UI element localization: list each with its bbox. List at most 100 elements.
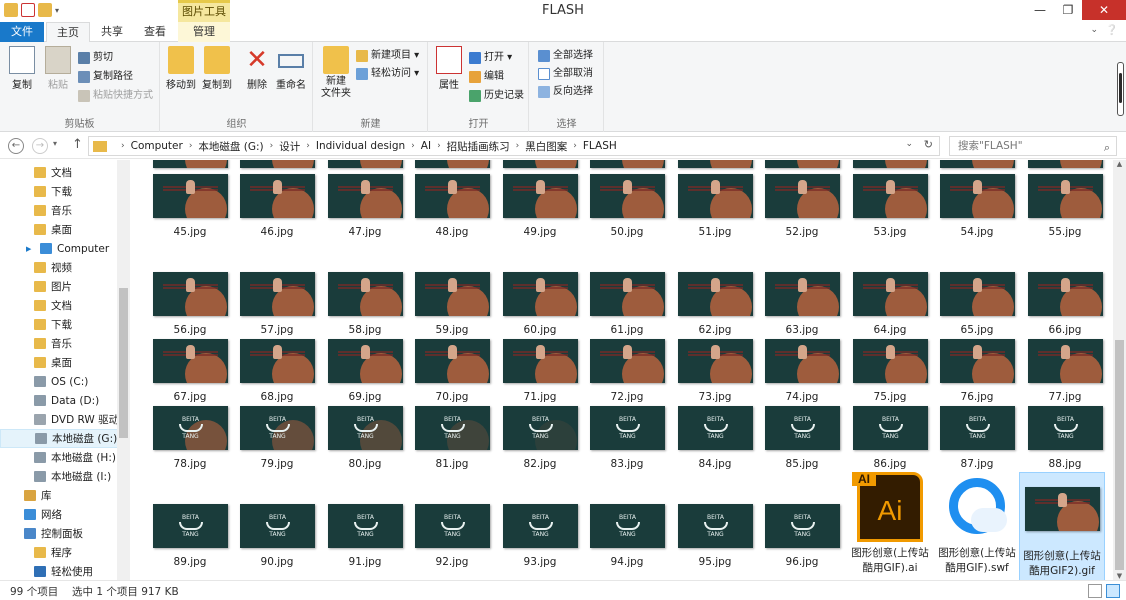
file-item[interactable]: 64.jpg (847, 272, 933, 336)
file-item[interactable]: 56.jpg (147, 272, 233, 336)
file-item[interactable]: 74.jpg (759, 339, 845, 403)
nav-item[interactable]: DVD RW 驱动 (0, 410, 118, 429)
nav-item[interactable]: Data (D:) (0, 391, 118, 410)
search-input[interactable]: 搜索"FLASH" ⌕ (949, 136, 1117, 156)
details-view-button[interactable] (1088, 584, 1102, 598)
breadcrumb-computer[interactable]: Computer (131, 140, 183, 152)
open-button[interactable]: 打开 ▾ (469, 50, 512, 66)
nav-item[interactable]: 文档 (0, 296, 118, 315)
minimize-button[interactable]: — (1026, 0, 1054, 20)
new-folder-icon[interactable] (38, 3, 52, 17)
move-to-button[interactable]: 移动到 (163, 46, 199, 91)
file-item[interactable]: 62.jpg (672, 272, 758, 336)
copy-to-button[interactable]: 复制到 (199, 46, 235, 91)
search-icon[interactable]: ⌕ (1104, 139, 1110, 157)
chevron-down-icon[interactable]: ▾ (55, 6, 59, 15)
file-item[interactable]: 48.jpg (409, 174, 495, 238)
nav-item[interactable]: 桌面 (0, 220, 118, 239)
nav-item[interactable]: 本地磁盘 (G:) (0, 429, 118, 448)
file-item[interactable]: BEITA TANG 79.jpg (234, 406, 320, 470)
file-item[interactable]: BEITA TANG 92.jpg (409, 504, 495, 568)
breadcrumb-poster-practice[interactable]: 招贴插画练习 (447, 139, 510, 154)
file-item[interactable]: BEITA TANG 81.jpg (409, 406, 495, 470)
folder-icon[interactable] (4, 3, 18, 17)
select-none-button[interactable]: 全部取消 (538, 66, 593, 82)
nav-item[interactable]: 本地磁盘 (I:) (0, 467, 118, 486)
file-item[interactable]: 70.jpg (409, 339, 495, 403)
file-item[interactable]: 76.jpg (934, 339, 1020, 403)
tab-home[interactable]: 主页 (46, 22, 90, 43)
properties-button[interactable]: 属性 (431, 46, 467, 91)
file-item[interactable]: BEITA TANG 83.jpg (584, 406, 670, 470)
file-item[interactable]: 52.jpg (759, 174, 845, 238)
file-item[interactable]: 55.jpg (1022, 174, 1108, 238)
chevron-down-icon[interactable]: ⌄ (1090, 25, 1098, 35)
address-history-chevron-icon[interactable]: ⌄ (905, 139, 913, 149)
file-item-swf[interactable]: 图形创意(上传站酷用GIF).swf (934, 472, 1020, 580)
file-item[interactable]: BEITA TANG 95.jpg (672, 504, 758, 568)
file-item[interactable]: 45.jpg (147, 174, 233, 238)
up-button[interactable]: ↑ (72, 137, 83, 152)
nav-scroll-thumb[interactable] (119, 288, 128, 438)
tab-manage[interactable]: 管理 (178, 22, 230, 42)
forward-button[interactable]: → (32, 138, 48, 154)
edit-button[interactable]: 编辑 (469, 69, 504, 85)
tab-view[interactable]: 查看 (134, 22, 176, 42)
file-item[interactable]: 51.jpg (672, 174, 758, 238)
easy-access-button[interactable]: 轻松访问 ▾ (356, 66, 419, 82)
file-item[interactable]: 61.jpg (584, 272, 670, 336)
nav-item[interactable]: 库 (0, 486, 118, 505)
nav-item[interactable]: 控制面板 (0, 524, 118, 543)
nav-item[interactable]: 视频 (0, 258, 118, 277)
paste-button[interactable]: 粘贴 (40, 46, 76, 91)
file-item[interactable]: BEITA TANG 78.jpg (147, 406, 233, 470)
delete-button[interactable]: ✕ 删除 (239, 46, 275, 91)
nav-item[interactable]: 程序 (0, 543, 118, 562)
nav-item[interactable]: 文档 (0, 163, 118, 182)
file-item[interactable]: BEITA TANG 88.jpg (1022, 406, 1108, 470)
breadcrumb-drive-g[interactable]: 本地磁盘 (G:) (198, 139, 263, 154)
file-item[interactable]: 57.jpg (234, 272, 320, 336)
expand-chevron-icon[interactable]: ▶ (26, 245, 31, 253)
file-item[interactable]: BEITA TANG 86.jpg (847, 406, 933, 470)
file-item[interactable]: BEITA TANG 84.jpg (672, 406, 758, 470)
recent-locations-chevron-icon[interactable]: ▾ (53, 139, 57, 148)
paste-shortcut-button[interactable]: 粘贴快捷方式 (78, 88, 153, 104)
copy-path-button[interactable]: 复制路径 (78, 69, 133, 85)
select-all-button[interactable]: 全部选择 (538, 48, 593, 64)
breadcrumb-bw-pattern[interactable]: 黑白图案 (525, 139, 567, 154)
breadcrumb-individual-design[interactable]: Individual design (316, 140, 405, 152)
help-icon[interactable]: ❔ (1106, 25, 1118, 36)
invert-selection-button[interactable]: 反向选择 (538, 84, 593, 100)
back-button[interactable]: ← (8, 138, 24, 154)
new-folder-button[interactable]: 新建 文件夹 (318, 46, 354, 100)
file-item[interactable]: 69.jpg (322, 339, 408, 403)
file-item[interactable]: BEITA TANG 90.jpg (234, 504, 320, 568)
file-item-gif[interactable]: 图形创意(上传站酷用GIF2).gif (1019, 472, 1105, 580)
file-item[interactable]: BEITA TANG 85.jpg (759, 406, 845, 470)
nav-item[interactable]: 本地磁盘 (H:) (0, 448, 118, 467)
close-button[interactable]: ✕ (1082, 0, 1126, 20)
refresh-icon[interactable]: ↻ (924, 138, 933, 151)
file-item[interactable]: 54.jpg (934, 174, 1020, 238)
scroll-down-icon[interactable]: ▼ (1113, 572, 1126, 580)
tab-file[interactable]: 文件 (0, 22, 44, 42)
copy-button[interactable]: 复制 (4, 46, 40, 91)
file-item[interactable]: 49.jpg (497, 174, 583, 238)
file-item[interactable]: BEITA TANG 93.jpg (497, 504, 583, 568)
maximize-button[interactable]: ❐ (1054, 0, 1082, 20)
file-item[interactable]: BEITA TANG 80.jpg (322, 406, 408, 470)
file-item[interactable]: 72.jpg (584, 339, 670, 403)
nav-item[interactable]: 轻松使用 (0, 562, 118, 580)
file-item[interactable]: 46.jpg (234, 174, 320, 238)
file-item[interactable]: BEITA TANG 94.jpg (584, 504, 670, 568)
cut-button[interactable]: 剪切 (78, 50, 113, 66)
tab-share[interactable]: 共享 (92, 22, 132, 42)
large-icons-view-button[interactable] (1106, 584, 1120, 598)
file-item[interactable]: 71.jpg (497, 339, 583, 403)
file-item[interactable]: BEITA TANG 91.jpg (322, 504, 408, 568)
properties-icon[interactable] (21, 3, 35, 17)
file-item[interactable]: 59.jpg (409, 272, 495, 336)
nav-item[interactable]: 下载 (0, 315, 118, 334)
file-item[interactable]: 50.jpg (584, 174, 670, 238)
